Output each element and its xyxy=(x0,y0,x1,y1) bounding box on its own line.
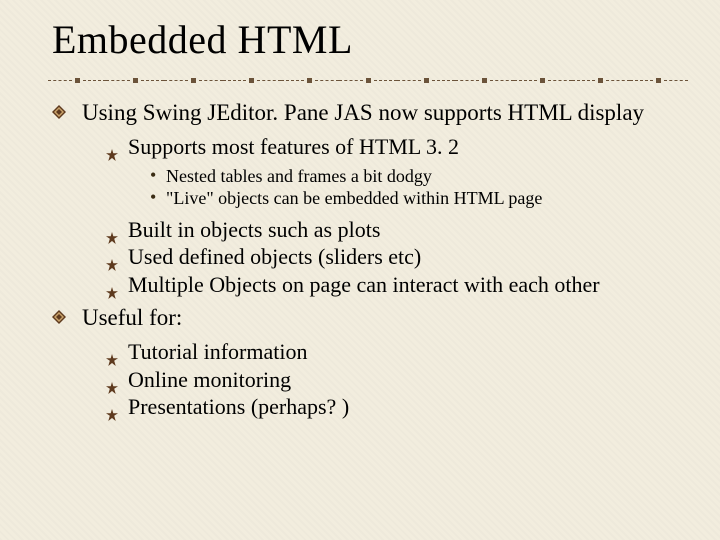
list-item-text: Online monitoring xyxy=(128,367,291,392)
slide-title: Embedded HTML xyxy=(52,16,692,63)
list-item-text: Useful for: xyxy=(82,305,182,330)
slide-body: Using Swing JEditor. Pane JAS now suppor… xyxy=(52,99,692,421)
diamond-bullet-icon xyxy=(52,310,66,324)
star-bullet-icon xyxy=(106,345,118,357)
list-item-text: "Live" objects can be embedded within HT… xyxy=(166,188,542,208)
star-bullet-icon xyxy=(106,400,118,412)
list-item-text: Supports most features of HTML 3. 2 xyxy=(128,134,459,159)
diamond-bullet-icon xyxy=(52,105,66,119)
star-bullet-icon xyxy=(106,223,118,235)
list-item-text: Used defined objects (sliders etc) xyxy=(128,244,421,269)
list-item: Multiple Objects on page can interact wi… xyxy=(106,271,692,299)
title-divider xyxy=(48,75,688,85)
list-item: Tutorial information xyxy=(106,338,692,366)
list-item-text: Built in objects such as plots xyxy=(128,217,380,242)
star-bullet-icon xyxy=(106,140,118,152)
list-item-text: Presentations (perhaps? ) xyxy=(128,394,349,419)
star-bullet-icon xyxy=(106,373,118,385)
list-item-text: Nested tables and frames a bit dodgy xyxy=(166,166,432,186)
list-item: Used defined objects (sliders etc) xyxy=(106,243,692,271)
list-item-text: Multiple Objects on page can interact wi… xyxy=(128,272,600,297)
star-bullet-icon xyxy=(106,278,118,290)
list-item: Using Swing JEditor. Pane JAS now suppor… xyxy=(52,99,692,298)
list-item: Built in objects such as plots xyxy=(106,216,692,244)
list-item: Presentations (perhaps? ) xyxy=(106,393,692,421)
list-item: Nested tables and frames a bit dodgy xyxy=(148,165,692,188)
list-item: Supports most features of HTML 3. 2 Nest… xyxy=(106,133,692,210)
list-item: Online monitoring xyxy=(106,366,692,394)
star-bullet-icon xyxy=(106,250,118,262)
list-item: "Live" objects can be embedded within HT… xyxy=(148,187,692,210)
list-item-text: Tutorial information xyxy=(128,339,307,364)
list-item: Useful for: Tutorial information Online … xyxy=(52,304,692,421)
slide: Embedded HTML Using Swing JEditor. Pane … xyxy=(0,0,720,540)
list-item-text: Using Swing JEditor. Pane JAS now suppor… xyxy=(82,100,644,125)
